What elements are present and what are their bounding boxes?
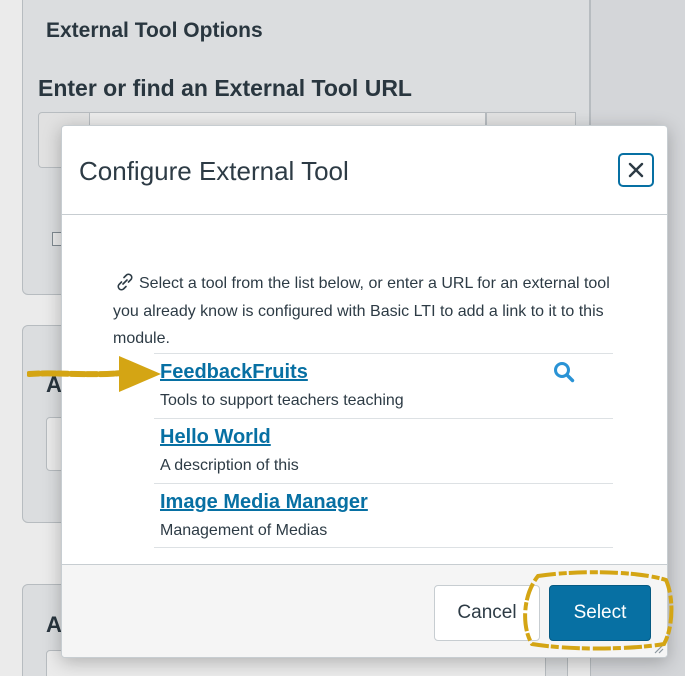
modal-header: Configure External Tool bbox=[62, 126, 667, 215]
annotation-highlight-circle bbox=[523, 570, 674, 651]
annotation-arrow-icon bbox=[27, 356, 161, 392]
tool-description: A description of this bbox=[160, 457, 299, 474]
intro-paragraph: Select a tool from the list below, or en… bbox=[113, 270, 613, 352]
search-icon[interactable] bbox=[552, 360, 576, 384]
tool-list: FeedbackFruits Tools to support teachers… bbox=[154, 353, 613, 548]
tool-item-image-media-manager[interactable]: Image Media Manager Management of Medias bbox=[154, 483, 613, 548]
modal-title: Configure External Tool bbox=[79, 156, 349, 186]
intro-text: Select a tool from the list below, or en… bbox=[113, 275, 610, 347]
close-button[interactable] bbox=[618, 153, 654, 187]
tool-description: Management of Medias bbox=[160, 522, 328, 539]
tool-link-image-media-manager[interactable]: Image Media Manager bbox=[160, 491, 368, 514]
tool-link-feedbackfruits[interactable]: FeedbackFruits bbox=[160, 361, 308, 384]
tool-item-hello-world[interactable]: Hello World A description of this bbox=[154, 418, 613, 483]
tool-link-hello-world[interactable]: Hello World bbox=[160, 426, 271, 449]
tool-description: Tools to support teachers teaching bbox=[160, 392, 404, 409]
close-icon bbox=[628, 162, 644, 178]
link-icon bbox=[113, 270, 139, 298]
tool-item-feedbackfruits[interactable]: FeedbackFruits Tools to support teachers… bbox=[154, 353, 613, 418]
